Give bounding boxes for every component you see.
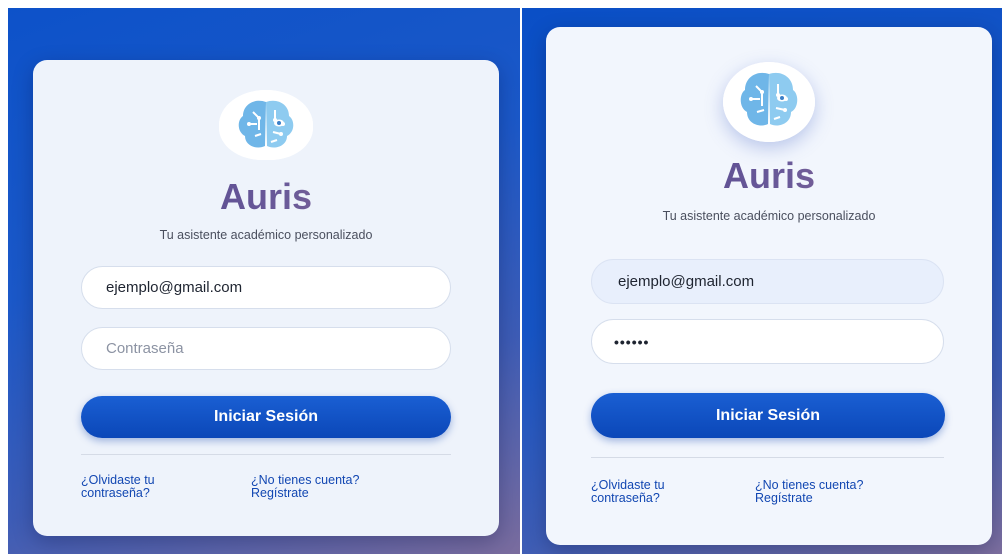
login-card: Auris Tu asistente académico personaliza… (33, 60, 499, 536)
signup-link[interactable]: ¿No tienes cuenta? Regístrate (251, 474, 391, 500)
signup-line2: Regístrate (755, 491, 813, 505)
login-button[interactable]: Iniciar Sesión (81, 396, 451, 438)
tagline: Tu asistente académico personalizado (662, 209, 876, 223)
login-screen-filled-password: Auris Tu asistente académico personaliza… (522, 8, 1002, 554)
brain-circuit-logo-icon (723, 62, 815, 142)
forgot-password-line2: contraseña? (81, 486, 150, 500)
comparison-stage: Auris Tu asistente académico personaliza… (0, 0, 1002, 554)
forgot-password-link[interactable]: ¿Olvidaste tu contraseña? (591, 479, 731, 505)
divider (591, 457, 944, 458)
signup-link[interactable]: ¿No tienes cuenta? Regístrate (755, 479, 895, 505)
password-field[interactable]: •••••• (591, 319, 944, 364)
forgot-password-line2: contraseña? (591, 491, 660, 505)
forgot-password-link[interactable]: ¿Olvidaste tu contraseña? (81, 474, 221, 500)
login-card: Auris Tu asistente académico personaliza… (546, 27, 992, 545)
login-screen-empty-password: Auris Tu asistente académico personaliza… (8, 8, 520, 554)
email-field[interactable]: ejemplo@gmail.com (81, 266, 451, 309)
brand-title: Auris (546, 155, 992, 197)
signup-line2: Regístrate (251, 486, 309, 500)
brain-circuit-logo-icon (219, 90, 313, 160)
login-button[interactable]: Iniciar Sesión (591, 393, 945, 438)
divider (81, 454, 451, 455)
tagline: Tu asistente académico personalizado (159, 228, 373, 242)
brand-title: Auris (33, 176, 499, 218)
password-field[interactable]: Contraseña (81, 327, 451, 370)
email-field[interactable]: ejemplo@gmail.com (591, 259, 944, 304)
